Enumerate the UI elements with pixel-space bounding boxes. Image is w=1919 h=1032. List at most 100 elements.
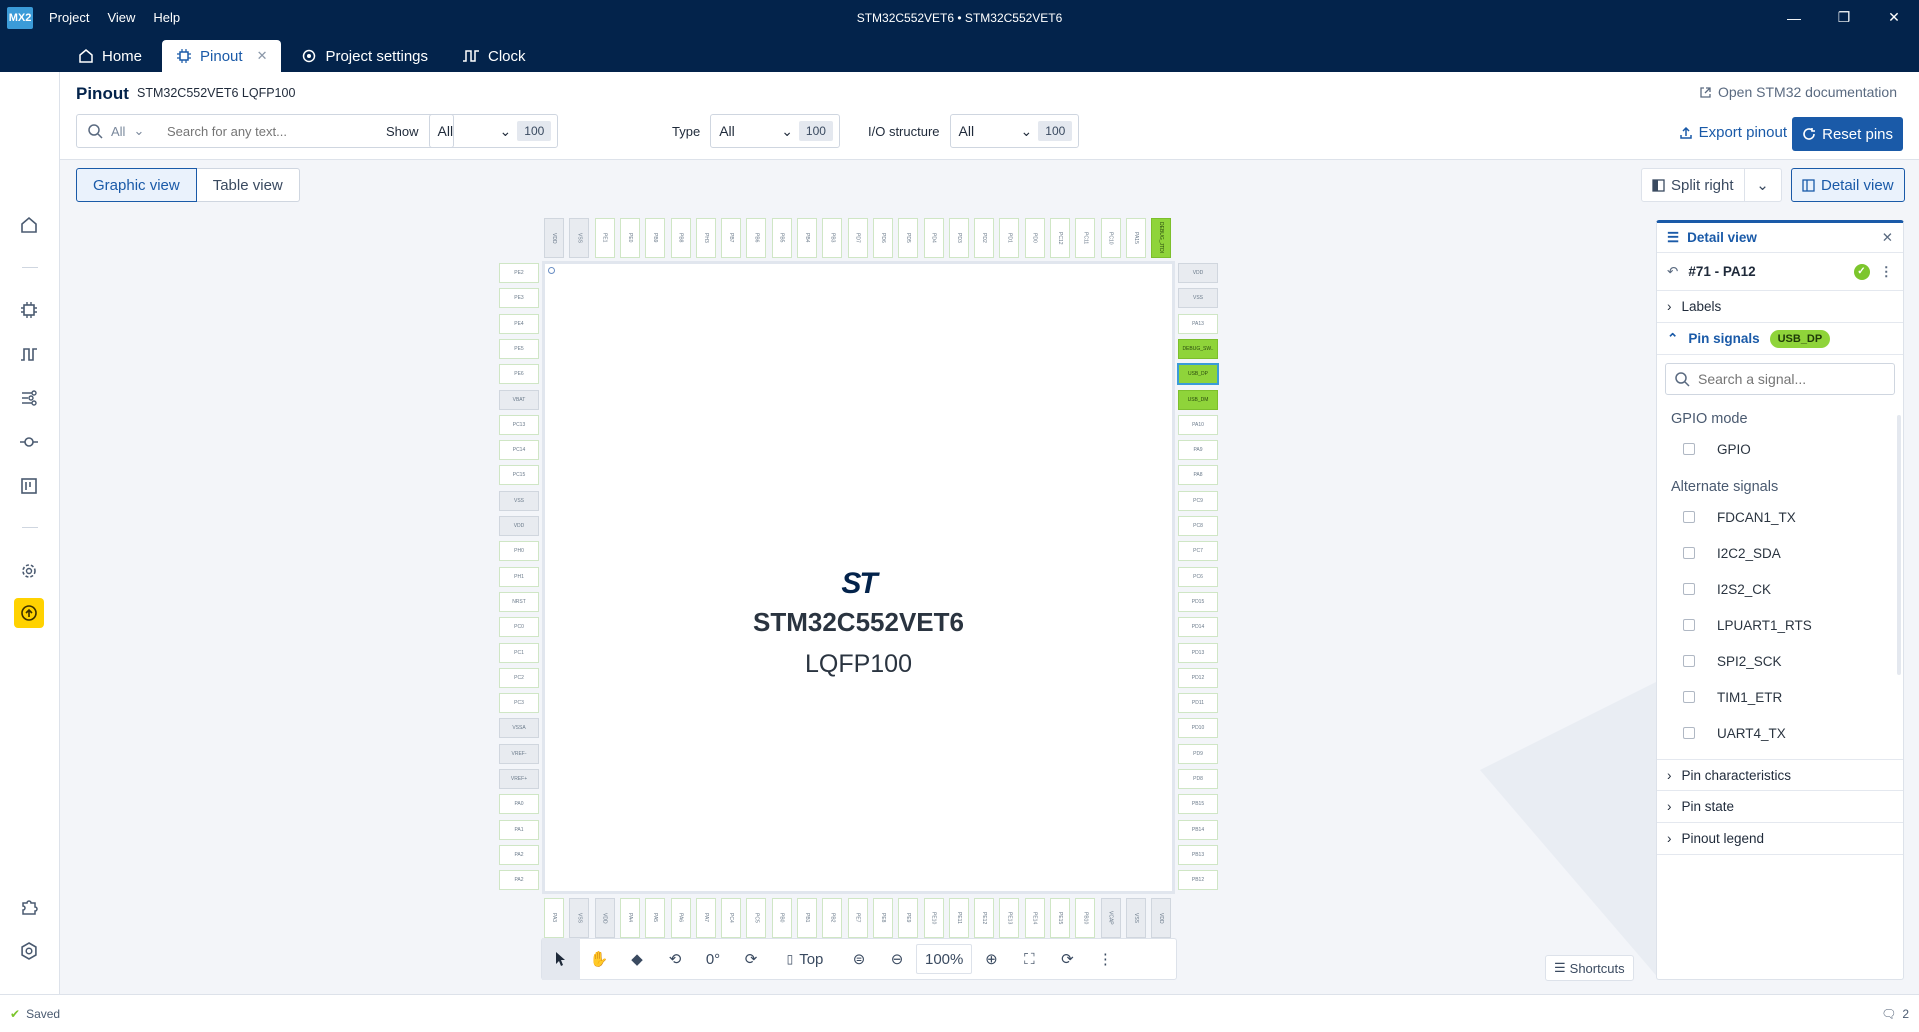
rail-settings-button[interactable]: [14, 936, 44, 966]
pin-right[interactable]: USB_DP: [1177, 363, 1219, 386]
zoom-level[interactable]: 100%: [916, 944, 973, 974]
pin-left[interactable]: PE4: [499, 313, 539, 334]
pin-bottom[interactable]: PA5: [645, 898, 666, 938]
pin-right[interactable]: PD11: [1178, 693, 1218, 714]
pin-top[interactable]: PC12: [1050, 218, 1070, 258]
zoom-in-button[interactable]: ⊕: [972, 938, 1010, 980]
pin-right[interactable]: PC6: [1178, 566, 1218, 587]
pin-right[interactable]: PA9: [1178, 440, 1218, 461]
pin-left[interactable]: PC15: [499, 465, 539, 486]
search-scope-select[interactable]: All ⌄: [111, 123, 161, 139]
signal-item[interactable]: I2S2_CK: [1657, 571, 1903, 607]
notifications[interactable]: 🗨 2: [1881, 1007, 1909, 1021]
pin-left[interactable]: PH0: [499, 541, 539, 562]
pin-left[interactable]: PC2: [499, 667, 539, 688]
open-documentation-link[interactable]: Open STM32 documentation: [1699, 84, 1897, 100]
signal-checkbox[interactable]: [1683, 547, 1695, 559]
pin-bottom[interactable]: PC5: [746, 898, 767, 938]
pin-top[interactable]: PB9: [645, 218, 666, 258]
pin-left[interactable]: PA1: [499, 819, 539, 840]
rotate-left-button[interactable]: ⟲: [656, 938, 694, 980]
tab-home[interactable]: Home: [64, 40, 156, 72]
highlight-tool-button[interactable]: ◆: [618, 938, 656, 980]
pin-right[interactable]: PD9: [1178, 743, 1218, 764]
tab-pinout[interactable]: Pinout ✕: [162, 40, 282, 72]
reset-pins-button[interactable]: Reset pins: [1792, 117, 1903, 151]
rail-extensions-button[interactable]: [14, 892, 44, 922]
more-options-button[interactable]: ⋮: [1086, 938, 1124, 980]
pin-left[interactable]: PH1: [499, 566, 539, 587]
section-labels[interactable]: › Labels: [1657, 291, 1903, 323]
pin-top[interactable]: PD5: [898, 218, 919, 258]
split-dropdown-button[interactable]: ⌄: [1745, 169, 1781, 201]
pin-top[interactable]: PD6: [872, 218, 893, 258]
section-pin-signals[interactable]: ⌃ Pin signals USB_DP: [1657, 323, 1903, 355]
pin-top[interactable]: PC11: [1075, 218, 1096, 258]
menu-project[interactable]: Project: [49, 10, 89, 25]
menu-view[interactable]: View: [107, 10, 135, 25]
type-filter-select[interactable]: All ⌄ 100: [710, 114, 840, 148]
rotate-right-button[interactable]: ⟳: [732, 938, 770, 980]
fit-screen-button[interactable]: ⛶: [1010, 938, 1048, 980]
menu-help[interactable]: Help: [153, 10, 180, 25]
pin-left[interactable]: PE3: [499, 288, 539, 309]
pin-right[interactable]: PA13: [1178, 313, 1218, 334]
signal-search-box[interactable]: [1665, 363, 1895, 395]
pin-right[interactable]: PD14: [1178, 617, 1218, 638]
zoom-out-button[interactable]: ⊖: [878, 938, 916, 980]
rail-clock-button[interactable]: [14, 339, 44, 369]
pin-top[interactable]: PB6: [746, 218, 767, 258]
rail-home-button[interactable]: [14, 210, 44, 240]
pin-bottom[interactable]: VDD: [1151, 898, 1172, 938]
pin-top[interactable]: PD1: [999, 218, 1020, 258]
pin-bottom[interactable]: PE8: [872, 898, 893, 938]
close-window-button[interactable]: ✕: [1869, 0, 1919, 35]
pin-bottom[interactable]: PB0: [771, 898, 792, 938]
rail-tools-button[interactable]: [14, 556, 44, 586]
signal-item[interactable]: UART4_TX: [1657, 715, 1903, 751]
signal-item[interactable]: I2C2_SDA: [1657, 535, 1903, 571]
show-filter-select[interactable]: All ⌄ 100: [428, 114, 559, 148]
signal-checkbox[interactable]: [1683, 727, 1695, 739]
pin-top[interactable]: PA15: [1125, 218, 1146, 258]
pin-right[interactable]: PD12: [1178, 667, 1218, 688]
pin-right[interactable]: PA10: [1178, 414, 1218, 435]
pin-bottom[interactable]: VSS: [569, 898, 590, 938]
pin-bottom[interactable]: PB10: [1075, 898, 1096, 938]
pin-bottom[interactable]: PE11: [948, 898, 969, 938]
panel-scrollbar[interactable]: [1897, 415, 1901, 675]
signal-item[interactable]: GPIO: [1657, 431, 1903, 467]
signal-item[interactable]: FDCAN1_TX: [1657, 499, 1903, 535]
close-panel-icon[interactable]: ✕: [1882, 230, 1893, 246]
rail-connectivity-button[interactable]: [14, 427, 44, 457]
tab-clock[interactable]: Clock: [448, 40, 540, 72]
pin-bottom[interactable]: PE9: [898, 898, 919, 938]
pin-top[interactable]: PD0: [1024, 218, 1045, 258]
pin-top[interactable]: PB3: [822, 218, 843, 258]
pin-bottom[interactable]: PC4: [721, 898, 742, 938]
graphic-view-button[interactable]: Graphic view: [76, 168, 197, 202]
shortcuts-button[interactable]: ☰ Shortcuts: [1545, 955, 1634, 981]
pin-right[interactable]: PC7: [1178, 541, 1218, 562]
pin-left[interactable]: VREF-: [499, 743, 539, 764]
pin-right[interactable]: VSS: [1178, 288, 1218, 309]
pin-top[interactable]: VDD: [544, 218, 564, 258]
pin-right[interactable]: DEBUG_SW..: [1178, 338, 1218, 359]
pin-top[interactable]: PH3: [695, 218, 716, 258]
pin-top[interactable]: PB7: [721, 218, 742, 258]
pin-right[interactable]: PD15: [1178, 591, 1218, 612]
export-pinout-button[interactable]: Export pinout: [1679, 124, 1787, 141]
pin-left[interactable]: PC13: [499, 414, 539, 435]
pin-right[interactable]: PD10: [1178, 718, 1218, 739]
signal-item[interactable]: SPI2_SCK: [1657, 643, 1903, 679]
pin-bottom[interactable]: PA4: [619, 898, 640, 938]
pin-left[interactable]: PA2: [499, 844, 539, 865]
pin-bottom[interactable]: PB2: [822, 898, 843, 938]
list-button[interactable]: ⊜: [840, 938, 878, 980]
pin-bottom[interactable]: VSS: [1125, 898, 1146, 938]
reset-view-button[interactable]: ⟳: [1048, 938, 1086, 980]
pin-top[interactable]: PB4: [797, 218, 817, 258]
pin-top[interactable]: VSS: [569, 218, 590, 258]
pin-top[interactable]: PE1: [594, 218, 615, 258]
pin-top[interactable]: PB5: [771, 218, 792, 258]
